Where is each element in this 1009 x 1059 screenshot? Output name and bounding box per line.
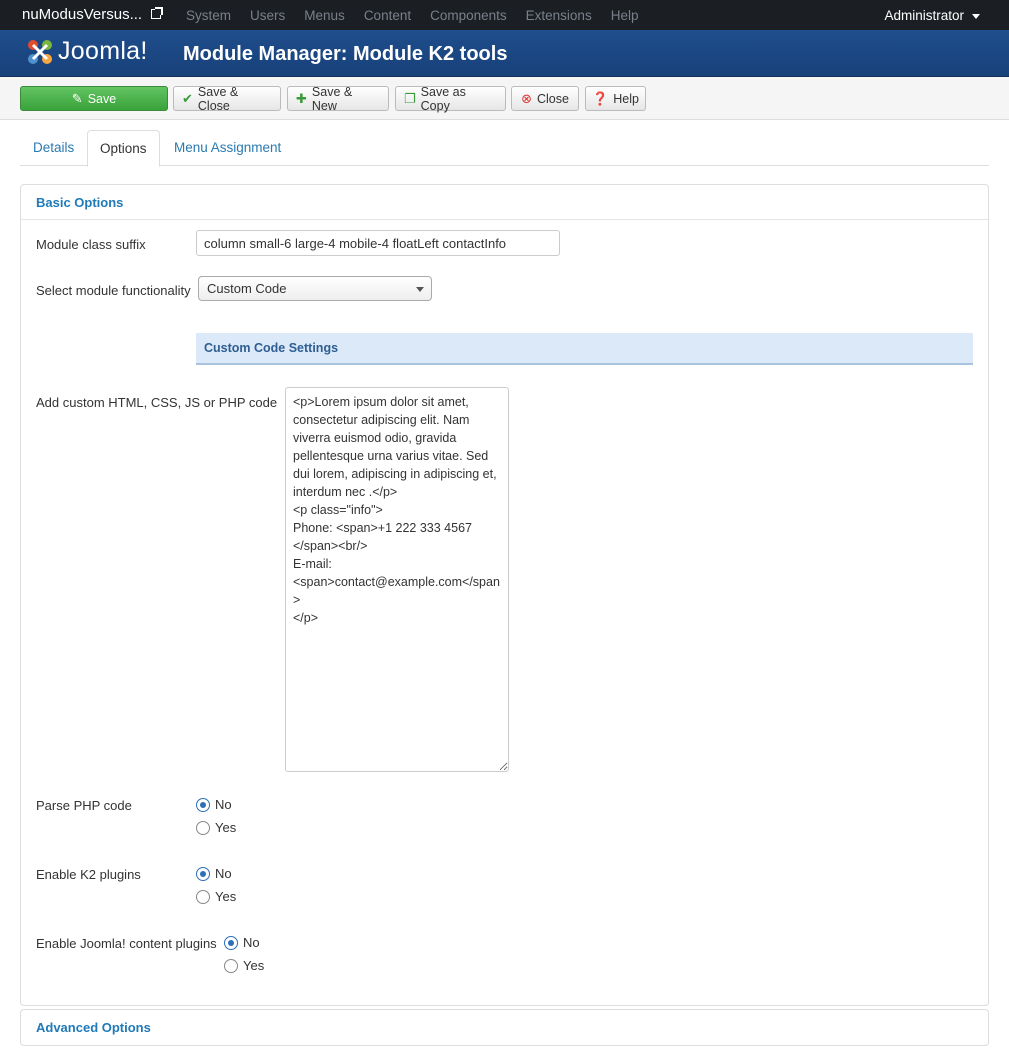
menu-system[interactable]: System — [186, 8, 231, 23]
save-new-button[interactable]: ✚ Save & New — [287, 85, 389, 113]
main-menu: System Users Menus Content Components Ex… — [186, 8, 657, 23]
menu-users[interactable]: Users — [250, 8, 285, 23]
save-button[interactable]: ✎ Save — [20, 86, 168, 111]
tab-details[interactable]: Details — [21, 130, 86, 166]
parse-php-no[interactable]: No — [196, 797, 232, 812]
close-button[interactable]: ⊗ Close — [511, 86, 579, 111]
joomla-logo-icon — [28, 40, 52, 64]
custom-code-textarea[interactable]: <p>Lorem ipsum dolor sit amet, consectet… — [285, 387, 509, 772]
joomla-plugins-no[interactable]: No — [224, 935, 260, 950]
site-name-link[interactable]: nuModusVersus... — [22, 6, 142, 23]
menu-help[interactable]: Help — [611, 8, 639, 23]
save-close-button[interactable]: ✔ Save & Close — [173, 85, 281, 113]
joomla-plugins-label: Enable Joomla! content plugins — [36, 936, 217, 951]
user-menu[interactable]: Administrator — [884, 8, 964, 23]
basic-options-heading[interactable]: Basic Options — [21, 185, 988, 220]
edit-icon: ✎ — [71, 91, 83, 106]
copy-icon: ❐ — [404, 91, 416, 106]
advanced-options-panel: Advanced Options — [20, 1009, 989, 1046]
plus-icon: ✚ — [296, 91, 307, 106]
menu-extensions[interactable]: Extensions — [526, 8, 592, 23]
page-title: Module Manager: Module K2 tools — [183, 43, 508, 65]
class-suffix-input[interactable] — [196, 230, 560, 256]
check-icon: ✔ — [182, 91, 193, 106]
advanced-options-heading[interactable]: Advanced Options — [21, 1010, 988, 1045]
toolbar: ✎ Save ✔ Save & Close ✚ Save & New ❐ Sav… — [0, 77, 1009, 120]
help-button[interactable]: ❓ Help — [585, 86, 646, 111]
chevron-down-icon — [416, 287, 424, 292]
parse-php-yes[interactable]: Yes — [196, 820, 236, 835]
caret-down-icon[interactable] — [972, 14, 980, 19]
radio-button[interactable] — [196, 820, 210, 835]
menu-components[interactable]: Components — [430, 8, 507, 23]
joomla-logo-text: Joomla! — [58, 37, 148, 65]
k2-plugins-no[interactable]: No — [196, 866, 232, 881]
radio-button[interactable] — [224, 958, 238, 973]
tab-options[interactable]: Options — [87, 130, 160, 167]
k2-plugins-yes[interactable]: Yes — [196, 889, 236, 904]
radio-button-selected[interactable] — [196, 866, 210, 881]
external-link-icon[interactable] — [151, 7, 163, 19]
functionality-label: Select module functionality — [36, 283, 191, 298]
joomla-plugins-yes[interactable]: Yes — [224, 958, 264, 973]
custom-code-settings-heading: Custom Code Settings — [196, 333, 973, 365]
close-circle-icon: ⊗ — [521, 91, 532, 106]
top-navbar: nuModusVersus... System Users Menus Cont… — [0, 0, 1009, 30]
page-header: Joomla! Module Manager: Module K2 tools — [0, 30, 1009, 77]
menu-menus[interactable]: Menus — [304, 8, 345, 23]
tab-bar: Details Options Menu Assignment — [20, 130, 989, 167]
parse-php-label: Parse PHP code — [36, 798, 132, 813]
k2-plugins-label: Enable K2 plugins — [36, 867, 141, 882]
radio-button-selected[interactable] — [224, 935, 238, 950]
radio-button[interactable] — [196, 889, 210, 904]
tab-menu-assignment[interactable]: Menu Assignment — [162, 130, 293, 166]
custom-code-label: Add custom HTML, CSS, JS or PHP code — [36, 395, 278, 410]
radio-button-selected[interactable] — [196, 797, 210, 812]
menu-content[interactable]: Content — [364, 8, 411, 23]
help-icon: ❓ — [592, 91, 609, 106]
functionality-select[interactable]: Custom Code — [198, 276, 432, 301]
class-suffix-label: Module class suffix — [36, 237, 146, 252]
save-copy-button[interactable]: ❐ Save as Copy — [395, 85, 506, 113]
